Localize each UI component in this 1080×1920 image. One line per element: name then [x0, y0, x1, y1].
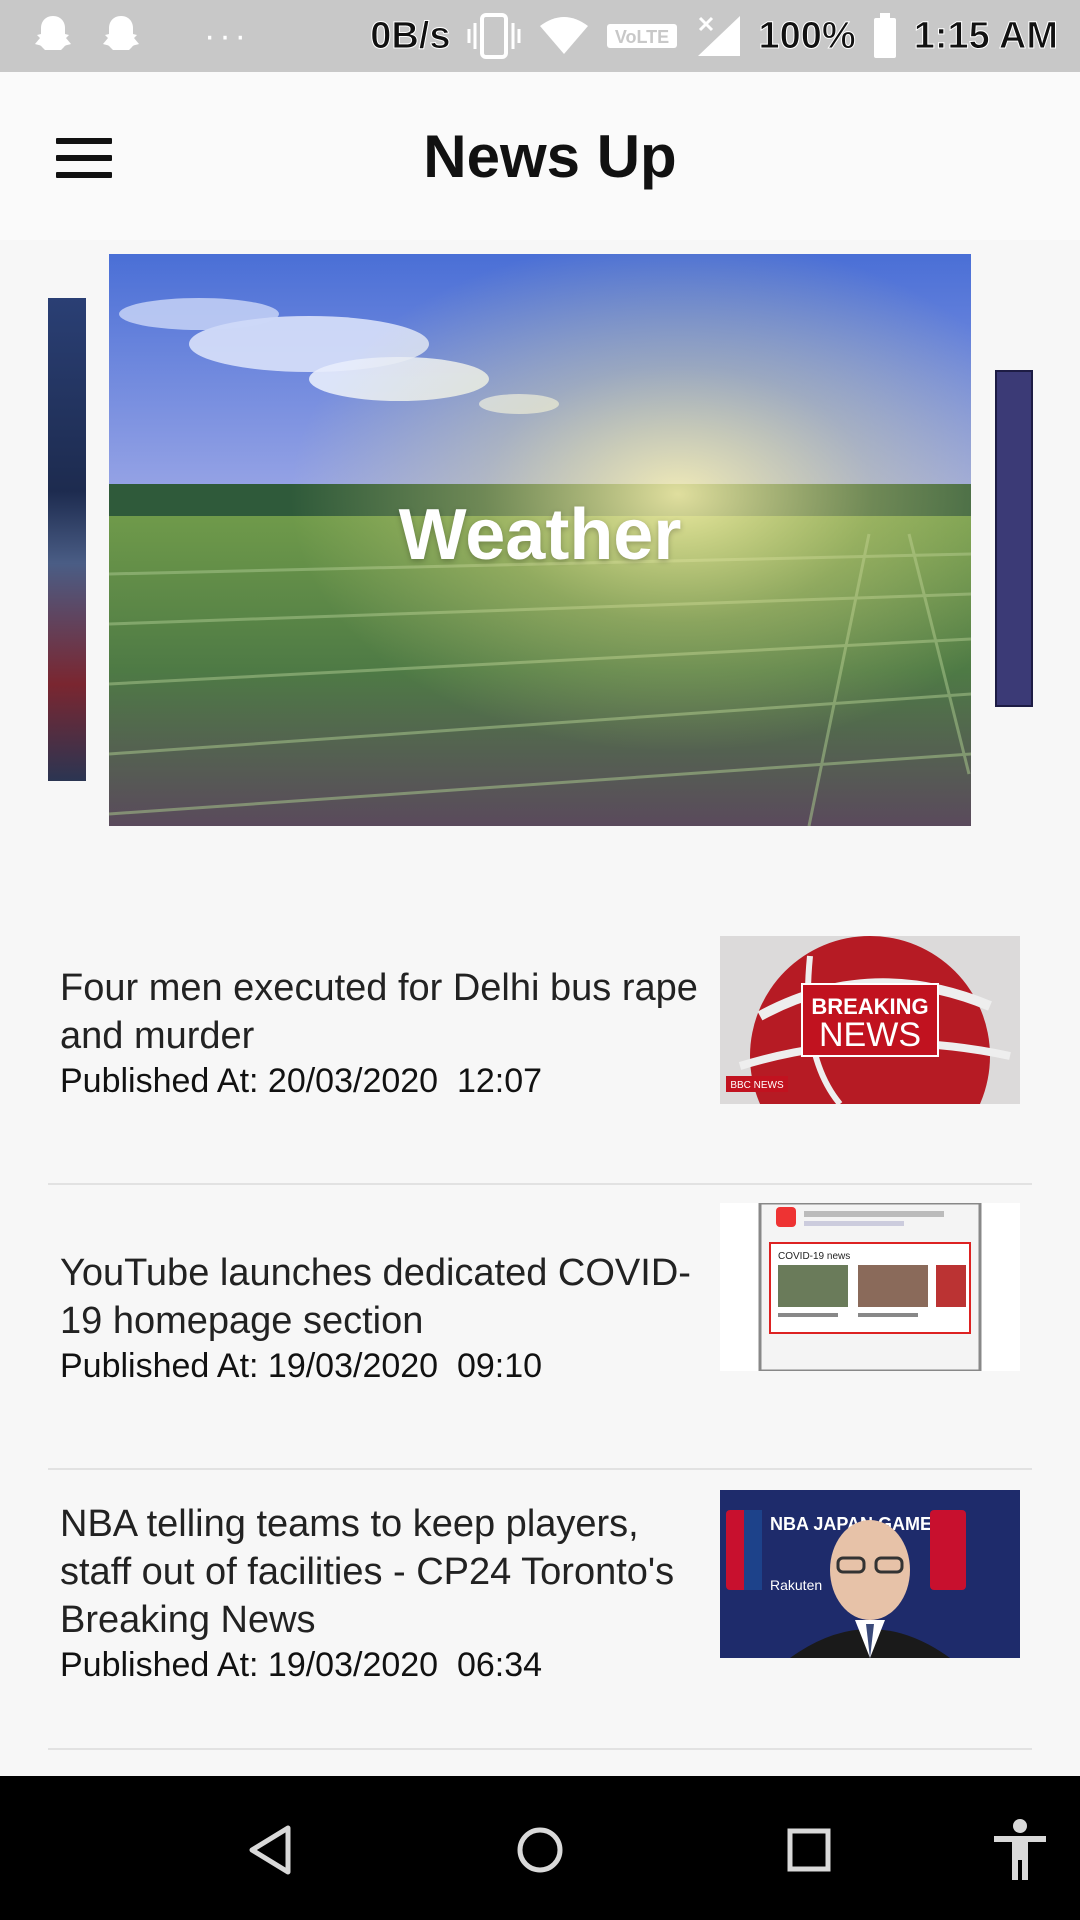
svg-text:BBC NEWS: BBC NEWS: [730, 1080, 784, 1091]
breaking-news-image: BREAKING NEWS BBC NEWS: [720, 936, 1020, 1104]
app-title: News Up: [423, 123, 677, 190]
news-text: NBA telling teams to keep players, staff…: [60, 1500, 700, 1686]
snapchat-icon: [35, 16, 71, 50]
news-text: YouTube launches dedicated COVID-19 home…: [60, 1249, 700, 1387]
accessibility-icon[interactable]: [984, 1814, 1056, 1886]
svg-text:COVID-19 news: COVID-19 news: [778, 1251, 850, 1262]
clock: 1:15 AM: [913, 14, 1058, 57]
news-list: Four men executed for Delhi bus rape and…: [48, 900, 1032, 1750]
vibrate-icon: [467, 13, 521, 59]
news-title: Four men executed for Delhi bus rape and…: [60, 967, 698, 1057]
nba-commissioner-image: NBA JAPAN GAMES Rakuten: [720, 1490, 1020, 1658]
youtube-covid-image: COVID-19 news: [720, 1203, 1020, 1371]
system-nav-bar: [0, 1776, 1080, 1920]
svg-text:Rakuten: Rakuten: [770, 1577, 822, 1593]
status-bar: ··· 0B/s VoLTE 100% 1:15 AM: [0, 0, 1080, 72]
news-thumbnail: BREAKING NEWS BBC NEWS: [720, 936, 1020, 1104]
carousel-card-next[interactable]: [995, 370, 1033, 707]
more-notifications-dots: ···: [204, 17, 250, 55]
category-carousel[interactable]: Weather: [0, 240, 1080, 860]
news-published-date: Published At: 19/03/2020 09:10: [60, 1347, 543, 1385]
back-icon[interactable]: [236, 1814, 308, 1886]
news-title: NBA telling teams to keep players, staff…: [60, 1503, 675, 1641]
carousel-card-previous[interactable]: [48, 298, 86, 781]
news-published-date: Published At: 19/03/2020 06:34: [60, 1646, 543, 1684]
svg-text:NEWS: NEWS: [819, 1016, 921, 1054]
app-bar: News Up: [0, 72, 1080, 240]
signal-icon: [698, 16, 741, 56]
notification-icons: ···: [28, 10, 250, 62]
net-speed: 0B/s: [370, 14, 451, 57]
news-published-date: Published At: 20/03/2020 12:07: [60, 1062, 543, 1100]
carousel-card-weather[interactable]: Weather: [109, 254, 971, 826]
news-title: YouTube launches dedicated COVID-19 home…: [60, 1252, 691, 1342]
battery-percent: 100%: [758, 14, 856, 57]
news-thumbnail: COVID-19 news: [720, 1203, 1020, 1371]
news-thumbnail: NBA JAPAN GAMES Rakuten: [720, 1490, 1020, 1658]
battery-icon: [873, 13, 896, 58]
system-status: 0B/s VoLTE 100% 1:15 AM: [370, 0, 1059, 72]
volte-icon: VoLTE: [607, 24, 678, 48]
wifi-icon: [540, 17, 589, 54]
news-item[interactable]: NBA telling teams to keep players, staff…: [48, 1470, 1032, 1750]
svg-text:VoLTE: VoLTE: [615, 27, 669, 47]
news-item[interactable]: YouTube launches dedicated COVID-19 home…: [48, 1185, 1032, 1470]
carousel-card-title: Weather: [398, 495, 682, 575]
content-area[interactable]: Weather Four men executed for Delhi bus …: [0, 240, 1080, 1776]
snapchat-icon: [103, 16, 139, 50]
news-item[interactable]: Four men executed for Delhi bus rape and…: [48, 900, 1032, 1185]
home-icon[interactable]: [504, 1814, 576, 1886]
news-text: Four men executed for Delhi bus rape and…: [60, 964, 700, 1102]
recents-icon[interactable]: [773, 1814, 845, 1886]
